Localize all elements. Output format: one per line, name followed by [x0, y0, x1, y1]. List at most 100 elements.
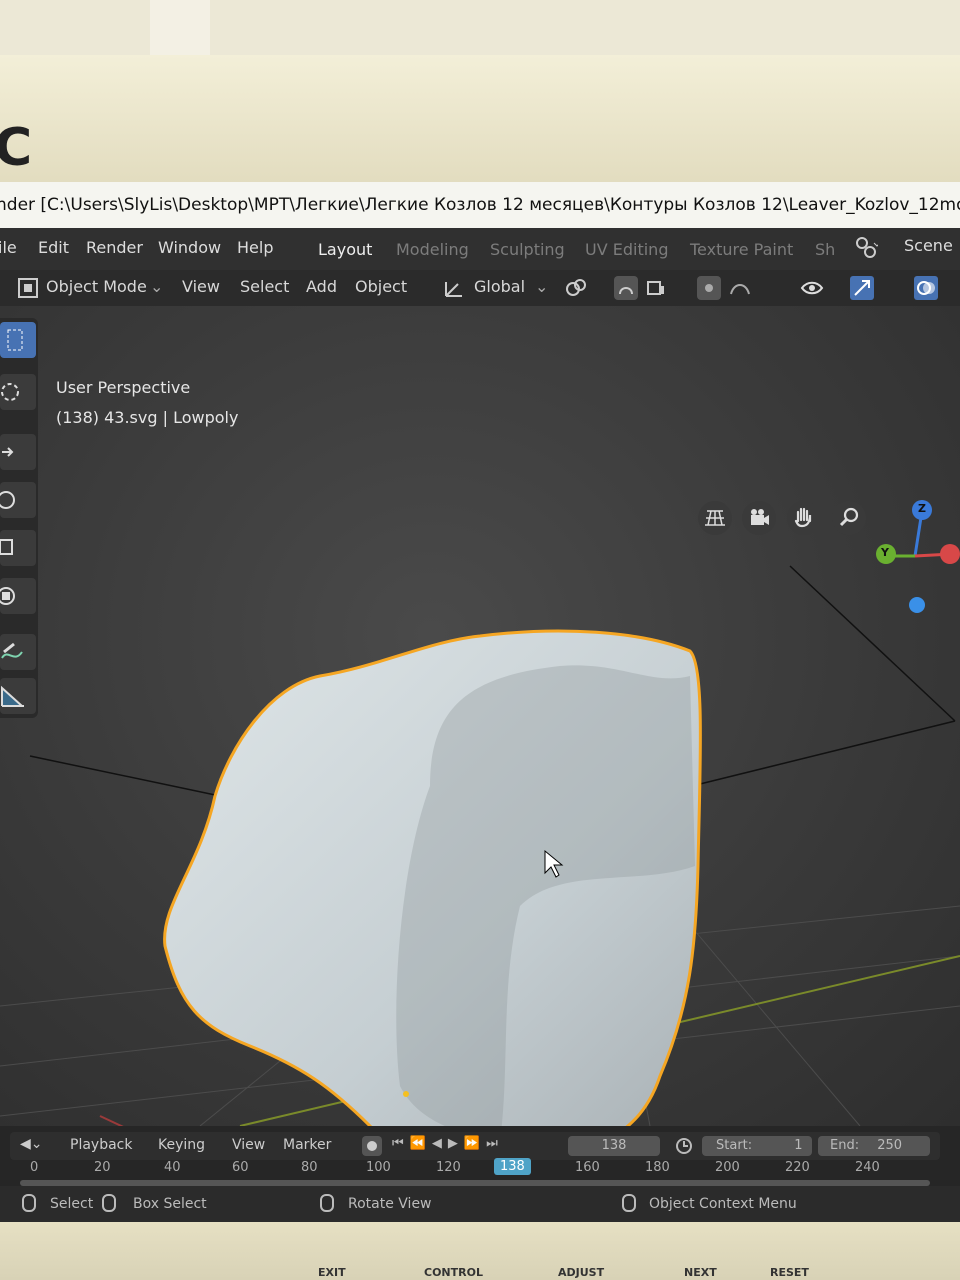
3d-viewport[interactable]: Z Y User Perspective (138) 43.svg | Lowp… [0, 306, 960, 1126]
header-menu-object[interactable]: Object [355, 277, 407, 296]
camera-icon[interactable] [742, 501, 776, 535]
tick-label: 40 [164, 1160, 181, 1175]
monitor-bezel-top [0, 55, 960, 185]
tick-label: 80 [301, 1160, 318, 1175]
start-frame-field[interactable]: Start: 1 [702, 1136, 812, 1156]
timeline-panel: ◀⌄ Playback Keying View Marker ⏮⏪◀▶⏩⏭ 13… [0, 1126, 960, 1186]
scene-label[interactable]: Scene [904, 236, 953, 255]
hw-button-next[interactable]: NEXT [684, 1266, 717, 1279]
proportional-edit-icon[interactable] [697, 276, 721, 300]
tool-shelf [0, 318, 38, 718]
start-label: Start: [716, 1138, 753, 1153]
gizmo-z-label: Z [918, 502, 926, 515]
zoom-icon[interactable] [832, 501, 866, 535]
timeline-menu-keying[interactable]: Keying [158, 1137, 205, 1153]
visibility-icon[interactable] [800, 276, 824, 300]
hw-button-exit[interactable]: EXIT [318, 1266, 346, 1279]
hand-pan-icon[interactable] [787, 501, 821, 535]
mouse-drag-icon [102, 1194, 116, 1212]
record-icon[interactable] [362, 1136, 382, 1156]
tab-modeling[interactable]: Modeling [396, 240, 469, 259]
playback-controls-icon[interactable]: ⏮⏪◀▶⏩⏭ [392, 1136, 542, 1156]
mouse-middle-icon [320, 1194, 334, 1212]
menu-render[interactable]: Render [86, 238, 143, 257]
move-tool-icon[interactable] [0, 434, 36, 470]
snap-target-icon[interactable] [644, 276, 668, 300]
snap-icon[interactable] [614, 276, 638, 300]
monitor-brand: C [0, 118, 35, 178]
clock-icon[interactable] [674, 1136, 694, 1156]
status-bar: Select Box Select Rotate View Object Con… [0, 1186, 960, 1222]
tick-label: 220 [785, 1160, 810, 1175]
viewport-header: Object Mode ⌄ View Select Add Object Glo… [0, 270, 960, 306]
object-mode-icon [16, 276, 40, 300]
grid-toggle-icon[interactable] [698, 501, 732, 535]
top-menu-bar: ile Edit Render Window Help Layout Model… [0, 228, 960, 270]
tick-label: 20 [94, 1160, 111, 1175]
object-info-label: (138) 43.svg | Lowpoly [56, 408, 239, 427]
tick-label: 0 [30, 1160, 39, 1175]
header-menu-view[interactable]: View [182, 277, 220, 296]
end-frame-field[interactable]: End: 250 [818, 1136, 930, 1156]
hw-button-reset[interactable]: RESET [770, 1266, 809, 1279]
tick-label: 180 [645, 1160, 670, 1175]
cursor-tool-icon[interactable] [0, 374, 36, 410]
transform-orientation-icon[interactable] [442, 276, 466, 300]
menu-help[interactable]: Help [237, 238, 273, 257]
frame-ruler[interactable]: 0 20 40 60 80 100 120 138 160 180 200 22… [20, 1158, 930, 1186]
editor-type-icon[interactable]: ◀⌄ [20, 1136, 43, 1152]
orientation-dropdown[interactable]: Global [474, 277, 525, 296]
monitor-screen: nder [C:\Users\SlyLis\Desktop\МРТ\Легкие… [0, 182, 960, 1222]
annotate-tool-icon[interactable] [0, 634, 36, 670]
timeline-menu-view[interactable]: View [232, 1137, 265, 1153]
tick-label: 160 [575, 1160, 600, 1175]
gizmo-toggle-icon[interactable] [850, 276, 874, 300]
timeline-menu-marker[interactable]: Marker [283, 1137, 331, 1153]
camera-line [789, 565, 956, 722]
end-label: End: [830, 1138, 860, 1153]
hw-button-adjust[interactable]: ADJUST [558, 1266, 604, 1279]
wall-trim [150, 0, 210, 60]
perspective-label: User Perspective [56, 378, 191, 397]
tick-label: 200 [715, 1160, 740, 1175]
transform-tool-icon[interactable] [0, 578, 36, 614]
timeline-menu-playback[interactable]: Playback [70, 1137, 132, 1153]
tick-label: 120 [436, 1160, 461, 1175]
rotate-tool-icon[interactable] [0, 482, 36, 518]
falloff-icon[interactable] [728, 276, 752, 300]
tick-label: 60 [232, 1160, 249, 1175]
menu-edit[interactable]: Edit [38, 238, 69, 257]
status-select: Select [50, 1196, 94, 1212]
tab-shading[interactable]: Sh [815, 240, 835, 259]
overlays-icon[interactable] [914, 276, 938, 300]
viewport-scene [0, 500, 960, 1126]
timeline-header: ◀⌄ Playback Keying View Marker ⏮⏪◀▶⏩⏭ 13… [10, 1132, 940, 1160]
tab-texture-paint[interactable]: Texture Paint [690, 240, 793, 259]
select-box-tool-icon[interactable] [0, 322, 36, 358]
pivot-icon[interactable] [564, 276, 588, 300]
window-title-bar: nder [C:\Users\SlyLis\Desktop\МРТ\Легкие… [0, 182, 960, 228]
scene-icon[interactable] [852, 234, 881, 260]
camera-line [699, 720, 956, 785]
tick-label: 100 [366, 1160, 391, 1175]
chevron-down-icon[interactable]: ⌄ [150, 277, 163, 296]
mode-dropdown[interactable]: Object Mode [46, 277, 147, 296]
tab-layout[interactable]: Layout [318, 240, 372, 259]
menu-window[interactable]: Window [158, 238, 221, 257]
current-frame-field[interactable]: 138 [568, 1136, 660, 1156]
mouse-left-icon [22, 1194, 36, 1212]
playhead-frame-badge[interactable]: 138 [494, 1158, 531, 1175]
measure-tool-icon[interactable] [0, 678, 36, 714]
scale-tool-icon[interactable] [0, 530, 36, 566]
menu-file[interactable]: ile [0, 238, 17, 257]
header-menu-add[interactable]: Add [306, 277, 337, 296]
tab-sculpting[interactable]: Sculpting [490, 240, 565, 259]
object-origin [403, 1091, 409, 1097]
status-context-menu: Object Context Menu [649, 1196, 797, 1212]
chevron-down-icon[interactable]: ⌄ [535, 277, 548, 296]
start-value: 1 [794, 1138, 803, 1153]
header-menu-select[interactable]: Select [240, 277, 289, 296]
hw-button-control[interactable]: CONTROL [424, 1266, 483, 1279]
window-title: nder [C:\Users\SlyLis\Desktop\МРТ\Легкие… [0, 195, 960, 215]
tab-uv-editing[interactable]: UV Editing [585, 240, 668, 259]
